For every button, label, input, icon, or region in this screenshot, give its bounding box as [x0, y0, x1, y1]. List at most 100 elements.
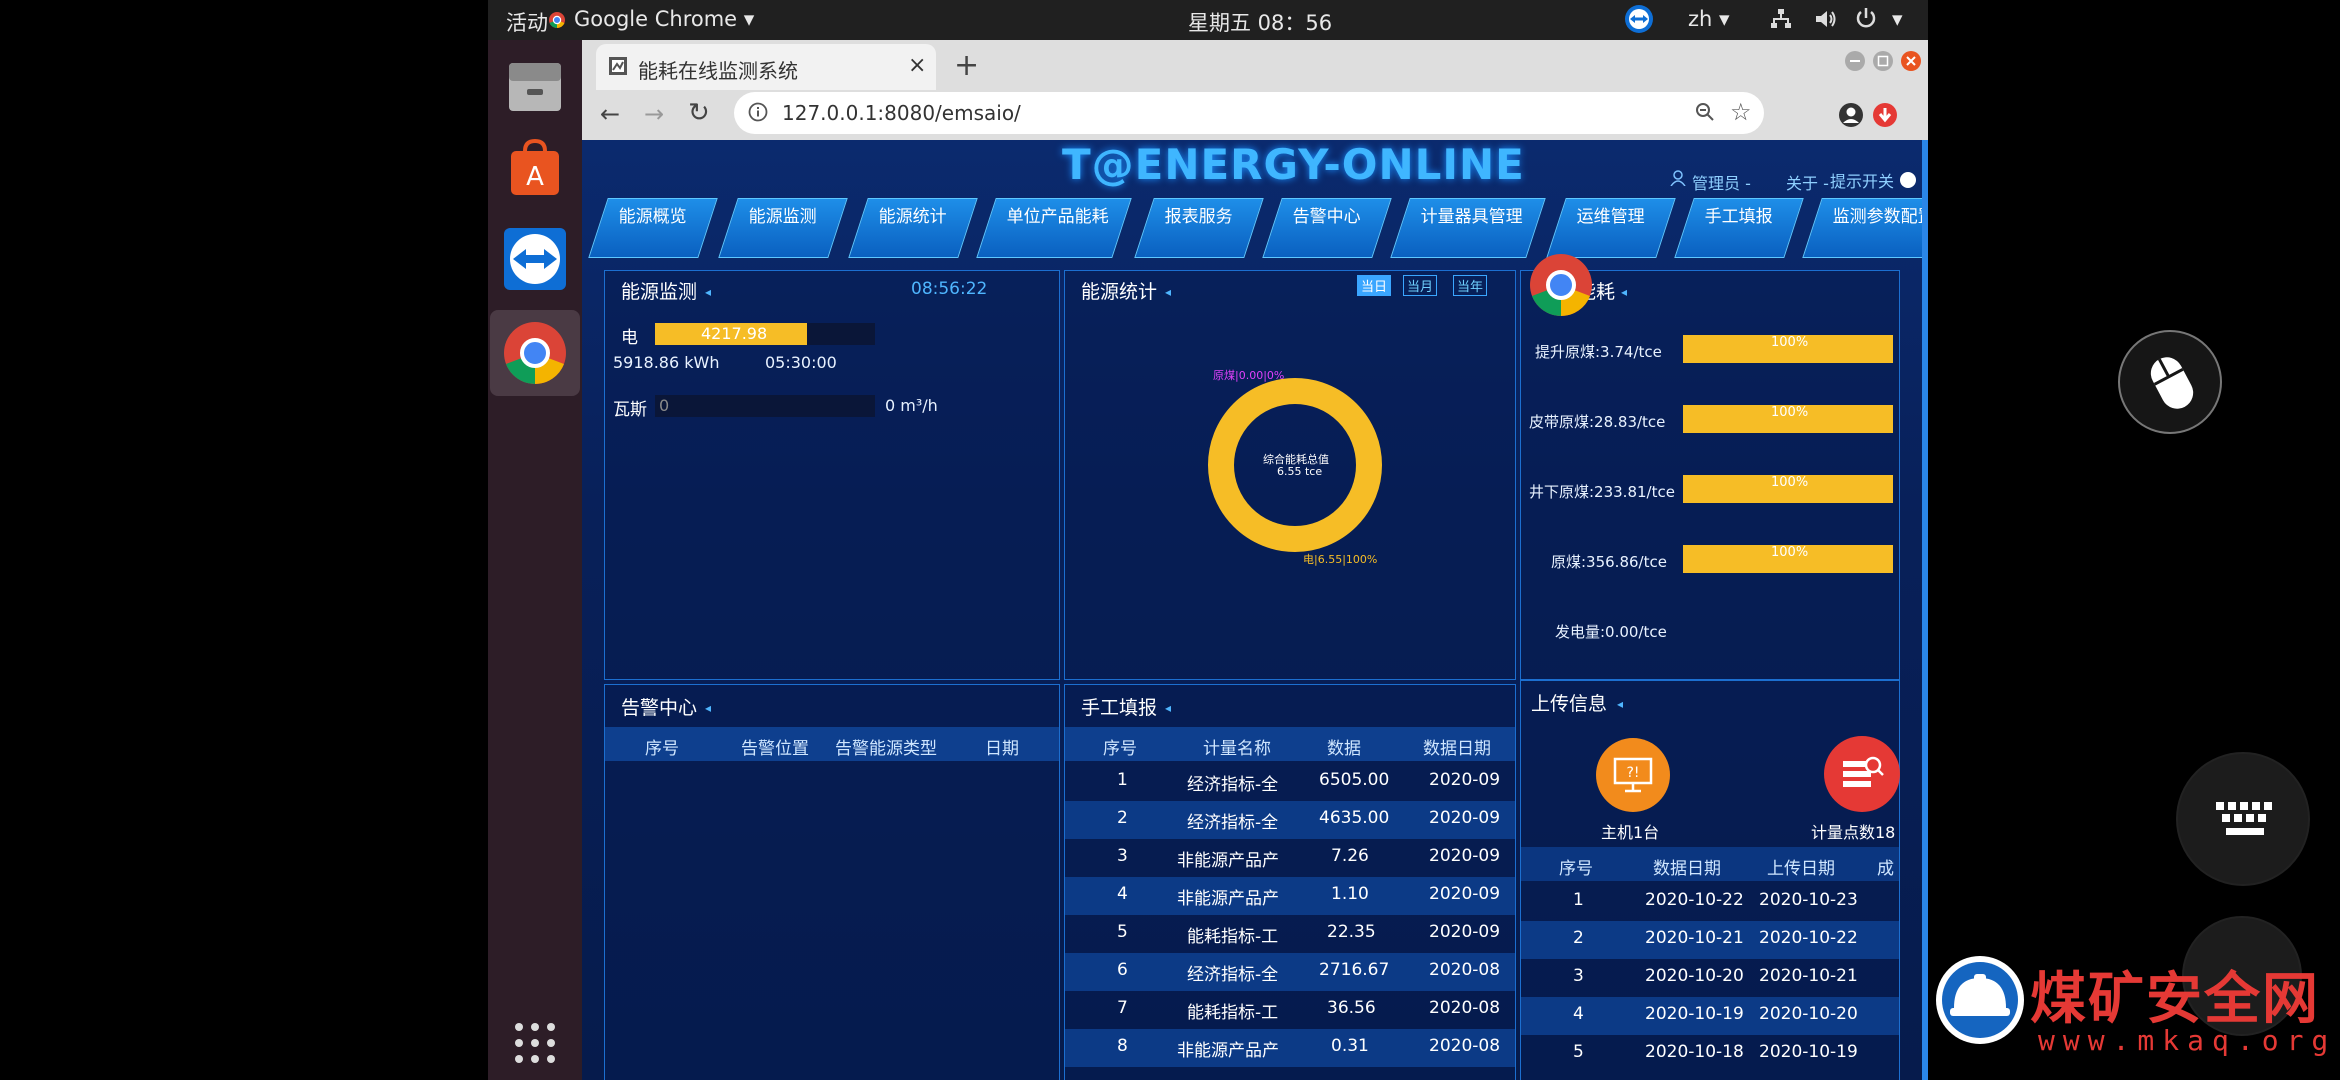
- table-row[interactable]: 1 经济指标-全 6505.00 2020-09: [1065, 763, 1515, 801]
- mouse-mode-button[interactable]: [2118, 330, 2222, 434]
- page-scrollbar[interactable]: [1922, 140, 1928, 1080]
- collapse-arrow-icon[interactable]: ◂: [1165, 701, 1171, 715]
- teamviewer-app-icon[interactable]: [498, 222, 572, 296]
- cell: 2020-10-21: [1759, 966, 1858, 986]
- chrome-small-icon: [548, 10, 566, 34]
- meter-search-icon[interactable]: [1823, 735, 1901, 817]
- nav-ops-management[interactable]: 运维管理: [1546, 198, 1676, 258]
- reload-icon[interactable]: ↻: [688, 98, 710, 128]
- meter-point-count: 计量点数18: [1811, 823, 1896, 842]
- cell: 2020-09: [1429, 846, 1501, 866]
- cell: 7.26: [1331, 846, 1369, 866]
- host-monitor-icon[interactable]: ?!: [1595, 737, 1671, 817]
- nav-energy-overview[interactable]: 能源概览: [588, 198, 718, 258]
- host-count: 主机1台: [1601, 823, 1660, 842]
- software-center-icon[interactable]: A: [498, 132, 572, 206]
- network-icon[interactable]: [1770, 8, 1792, 35]
- clock[interactable]: 星期五 08：56: [1188, 7, 1332, 37]
- col-header: 日期: [985, 739, 1019, 759]
- teamviewer-tray-icon[interactable]: [1624, 4, 1654, 39]
- col-header: 告警能源类型: [835, 739, 937, 759]
- donut-label-coal: 原煤|0.00|0%: [1213, 369, 1285, 382]
- cell: 4: [1573, 1004, 1584, 1024]
- alarm-table-header: 序号 告警位置 告警能源类型 日期: [605, 727, 1059, 761]
- new-tab-icon[interactable]: +: [954, 48, 979, 83]
- user-icon: [1670, 170, 1686, 190]
- table-row[interactable]: 7 能耗指标-工 36.56 2020-08: [1065, 991, 1515, 1029]
- nav-energy-stats[interactable]: 能源统计: [848, 198, 978, 258]
- minimize-icon[interactable]: [1844, 50, 1866, 76]
- system-menu-chevron-icon[interactable]: ▾: [1892, 7, 1903, 31]
- hint-toggle[interactable]: [1900, 172, 1916, 188]
- volume-icon[interactable]: [1814, 8, 1838, 35]
- table-row[interactable]: 3 2020-10-20 2020-10-21: [1521, 959, 1899, 997]
- browser-tab[interactable]: 能耗在线监测系统 ×: [596, 44, 936, 90]
- chrome-app-icon[interactable]: [490, 310, 580, 396]
- table-row[interactable]: 5 2020-10-18 2020-10-19: [1521, 1035, 1899, 1073]
- cell: 经济指标-全: [1187, 813, 1279, 833]
- extension-icon[interactable]: [1872, 102, 1898, 132]
- cell: 1.10: [1331, 884, 1369, 904]
- nav-meter-management[interactable]: 计量器具管理: [1390, 198, 1546, 258]
- nav-energy-monitor[interactable]: 能源监测: [718, 198, 848, 258]
- dock: A: [488, 40, 582, 1080]
- cell: 1: [1117, 770, 1128, 790]
- app-grid-icon[interactable]: [498, 1006, 572, 1080]
- tab-close-icon[interactable]: ×: [908, 53, 926, 78]
- admin-menu[interactable]: 管理员 -: [1692, 170, 1751, 194]
- app-menu[interactable]: Google Chrome ▾: [574, 7, 754, 31]
- nav-label: 报表服务: [1164, 207, 1233, 227]
- energy-monitor-panel: 能源监测 ◂ 08:56:22 电 4217.98 5918.86 kWh 05…: [604, 270, 1060, 680]
- table-row[interactable]: 4 2020-10-19 2020-10-20: [1521, 997, 1899, 1035]
- cell: 6505.00: [1319, 770, 1390, 790]
- manual-entry-panel: 手工填报 ◂ 序号 计量名称 数据 数据日期 1 经济指标-全 6505.00 202…: [1064, 684, 1516, 1080]
- collapse-arrow-icon[interactable]: ◂: [705, 285, 711, 299]
- cell: 2020-10-20: [1759, 1004, 1858, 1024]
- language-indicator[interactable]: zh ▾: [1688, 7, 1730, 31]
- address-bar[interactable]: 127.0.0.1:8080/emsaio/ ☆: [734, 92, 1764, 134]
- energy-stats-panel: 能源统计 ◂ 当日 当月 当年 综合能耗总值 6.55 tce 原煤|0.00|…: [1064, 270, 1516, 680]
- nav-alarm-center[interactable]: 告警中心: [1262, 198, 1392, 258]
- cell: 7: [1117, 998, 1128, 1018]
- activities-button[interactable]: 活动: [506, 7, 548, 37]
- files-app-icon[interactable]: [498, 50, 572, 124]
- collapse-arrow-icon[interactable]: ◂: [1165, 285, 1171, 299]
- bookmark-star-icon[interactable]: ☆: [1730, 98, 1752, 126]
- cell: 2020-08: [1429, 998, 1501, 1018]
- table-row[interactable]: 1 2020-10-22 2020-10-23: [1521, 883, 1899, 921]
- nav-unit-consumption[interactable]: 单位产品能耗: [976, 198, 1132, 258]
- maximize-icon[interactable]: [1872, 50, 1894, 76]
- collapse-arrow-icon[interactable]: ◂: [1617, 697, 1623, 711]
- donut-center-value: 6.55 tce: [1277, 465, 1323, 478]
- nav-manual-entry[interactable]: 手工填报: [1674, 198, 1804, 258]
- table-row[interactable]: 2 2020-10-21 2020-10-22: [1521, 921, 1899, 959]
- info-icon[interactable]: [748, 102, 768, 127]
- forward-icon[interactable]: →: [644, 100, 664, 128]
- table-row[interactable]: 8 非能源产品产 0.31 2020-08: [1065, 1029, 1515, 1067]
- power-icon[interactable]: [1854, 6, 1878, 35]
- collapse-arrow-icon[interactable]: ◂: [1621, 285, 1627, 299]
- back-icon[interactable]: ←: [600, 100, 620, 128]
- table-row[interactable]: 2 经济指标-全 4635.00 2020-09: [1065, 801, 1515, 839]
- tab-year[interactable]: 当年: [1453, 275, 1488, 296]
- table-row[interactable]: 4 非能源产品产 1.10 2020-09: [1065, 877, 1515, 915]
- consumption-panel: 能耗 ◂ 提升原煤:3.74/tce 100% 皮带原煤:28.83/tce 1…: [1520, 270, 1900, 680]
- cell: 2020-10-23: [1759, 890, 1858, 910]
- tab-today[interactable]: 当日: [1357, 275, 1392, 296]
- nav-monitor-params[interactable]: 监测参数配置: [1802, 198, 1928, 258]
- table-row[interactable]: 3 非能源产品产 7.26 2020-09: [1065, 839, 1515, 877]
- table-row[interactable]: 6 经济指标-全 2716.67 2020-08: [1065, 953, 1515, 991]
- nav-label: 手工填报: [1704, 207, 1773, 227]
- collapse-arrow-icon[interactable]: ◂: [705, 701, 711, 715]
- nav-report-service[interactable]: 报表服务: [1134, 198, 1264, 258]
- language-label: zh: [1688, 7, 1713, 31]
- close-window-icon[interactable]: [1900, 50, 1922, 76]
- profile-icon[interactable]: [1838, 102, 1864, 132]
- table-row[interactable]: 5 能耗指标-工 22.35 2020-09: [1065, 915, 1515, 953]
- about-menu[interactable]: 关于 -: [1786, 170, 1829, 194]
- keyboard-button[interactable]: [2176, 752, 2310, 886]
- zoom-icon[interactable]: [1694, 101, 1716, 128]
- tab-month[interactable]: 当月: [1403, 275, 1438, 296]
- cell: 2020-10-20: [1645, 966, 1744, 986]
- cell: 2020-10-22: [1645, 890, 1744, 910]
